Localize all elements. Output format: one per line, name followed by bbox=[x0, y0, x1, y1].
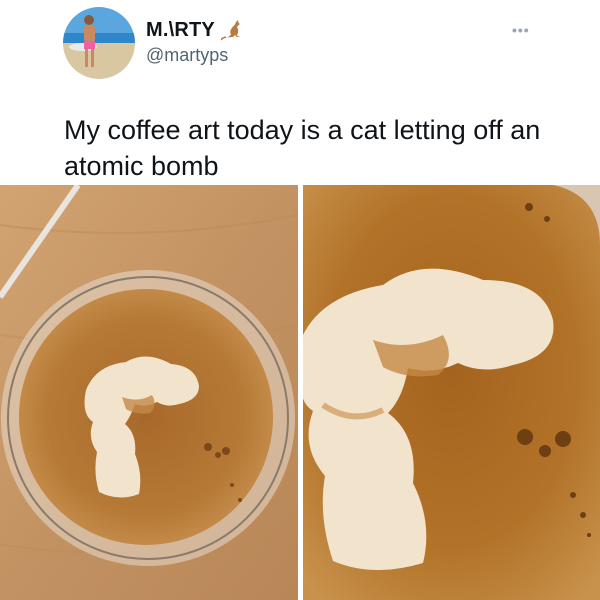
author-display-name[interactable]: M.\RTY bbox=[146, 18, 243, 42]
tweet-text: My coffee art today is a cat letting off… bbox=[64, 115, 541, 181]
latte-art-closeup-image bbox=[303, 185, 600, 600]
kangaroo-icon bbox=[220, 19, 243, 41]
tweet-photo-2[interactable] bbox=[303, 185, 600, 600]
avatar[interactable] bbox=[63, 7, 135, 79]
tweet-card: M.\RTY @martyps ••• My coffee art today … bbox=[0, 0, 600, 600]
author-handle[interactable]: @martyps bbox=[146, 45, 243, 66]
latte-art-overhead-image bbox=[0, 185, 298, 600]
tweet-photo-1[interactable] bbox=[0, 185, 298, 600]
more-options-icon[interactable]: ••• bbox=[512, 22, 530, 38]
tweet-author: M.\RTY @martyps bbox=[146, 18, 243, 66]
avatar-photo-icon bbox=[63, 7, 135, 79]
display-name-text[interactable]: M.\RTY bbox=[146, 19, 215, 42]
